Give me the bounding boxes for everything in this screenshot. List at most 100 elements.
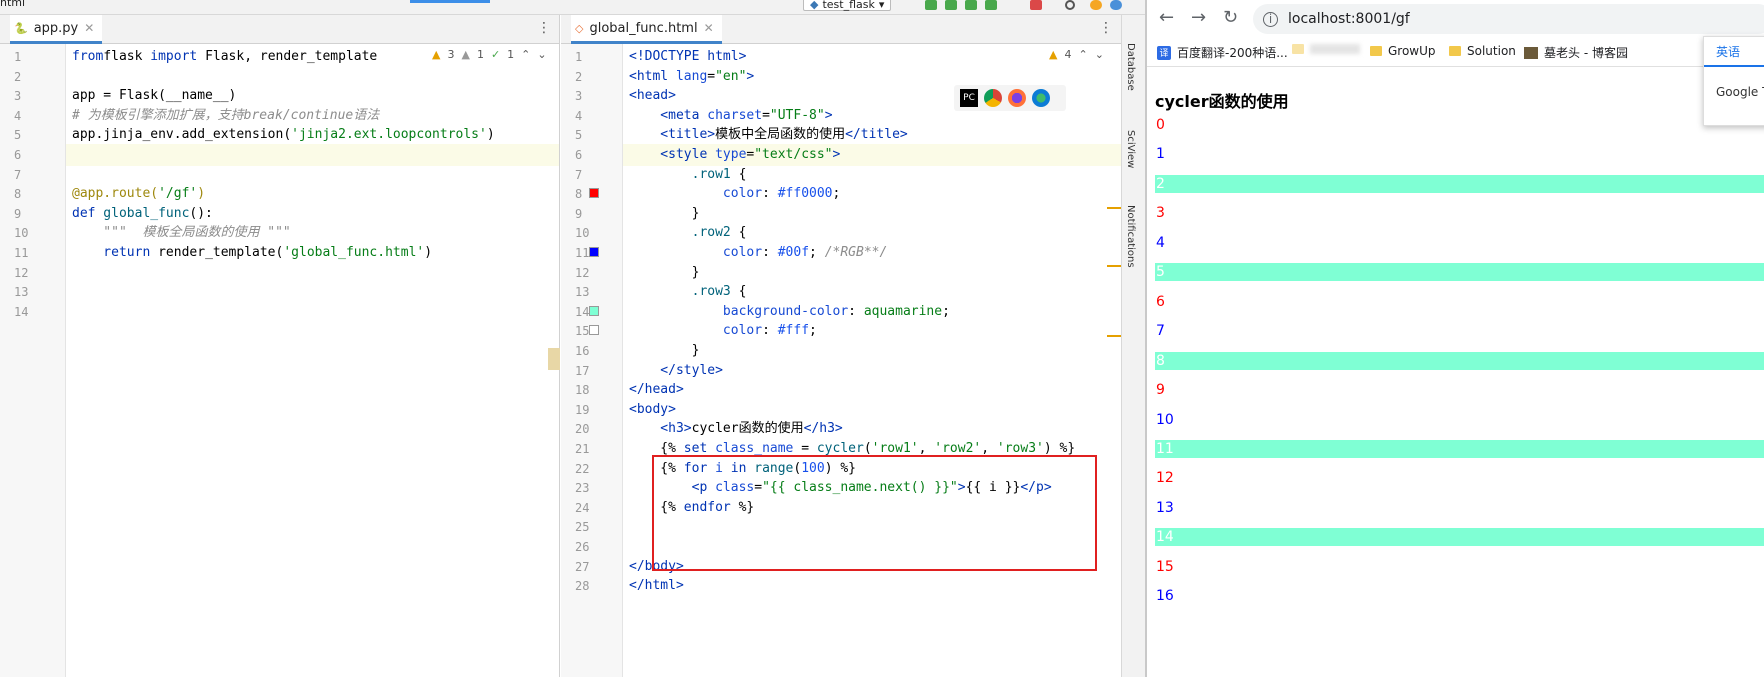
bookmark-label: 墓老头 - 博客园 [1544,46,1628,60]
code-token: "UTF-8" [769,107,825,123]
code-token: { [730,225,747,241]
color-swatch-icon[interactable] [589,247,599,257]
close-icon[interactable]: ✕ [84,21,94,35]
bookmark-label: Solution [1467,44,1516,58]
color-swatch-icon[interactable] [589,325,599,336]
code-line[interactable]: return render_template('global_func.html… [72,242,432,264]
code-token: </head> [629,382,684,398]
code-token: @app.route( [72,186,159,202]
more-options-icon[interactable]: ⋮ [1099,20,1113,36]
color-swatch-icon[interactable] [589,188,599,199]
python-file-icon: 🐍 [14,21,28,35]
popup-tab-english[interactable]: 英语 [1716,43,1740,60]
tool-window-notifications[interactable]: Notifications [1125,205,1136,268]
code-token: 'jinja2.ext.loopcontrols' [291,127,487,143]
code-token: </style> [629,362,723,378]
coverage-icon[interactable] [965,0,977,10]
back-icon[interactable]: ← [1159,7,1174,28]
code-line[interactable]: app.jinja_env.add_extension('jinja2.ext.… [72,124,495,146]
info-icon[interactable]: i [1263,11,1278,27]
close-icon[interactable]: ✕ [704,21,714,35]
ide-toolbar: html ◆ test_flask ▾ [0,0,1145,15]
reload-icon[interactable]: ↻ [1223,7,1238,28]
code-token: <title> [629,127,716,143]
bookmark-blog[interactable]: 墓老头 - 博客园 [1524,44,1628,61]
code-line[interactable]: fromflask import Flask, render_template [72,46,377,68]
page-heading: cycler函数的使用 [1155,92,1289,111]
code-token: (): [189,205,213,221]
code-token: } [629,343,700,358]
search-icon[interactable] [1065,0,1075,10]
bookmark-solution[interactable]: Solution [1449,44,1516,58]
run-config-label: test_flask [822,0,875,11]
blog-icon [1524,46,1538,59]
python-icon: ◆ [810,0,819,11]
code-token: ; [832,186,841,202]
cycler-row: 16 [1156,588,1174,605]
code-area[interactable]: fromflask import Flask, render_templatea… [66,44,559,677]
code-token: = [793,441,817,456]
cycler-row: 6 [1156,293,1165,310]
code-token: color [629,245,763,260]
stop-icon[interactable] [1030,0,1042,10]
forward-icon[interactable]: → [1191,7,1206,28]
code-token: def [72,205,96,221]
plugin-icon[interactable] [1110,0,1122,10]
code-token: charset [707,107,763,123]
code-token: ( [863,441,872,456]
scroll-marker [1107,335,1121,337]
run-config-selector[interactable]: ◆ test_flask ▾ [803,0,892,11]
code-token: global_func [95,205,190,221]
editor-app-py: 🐍 app.py ✕ ⋮ ▲ 3 ▲ 1 ✓ 1 ⌃ ⌄ fromflask impo… [0,15,560,677]
bookmark-baidu-translate[interactable]: 译 百度翻译-200种语... [1157,44,1288,61]
page-content: cycler函数的使用 0 1 2 3 4 5 6 7 8 9 10 11 12 13 14 15 16 [1155,67,1764,677]
code-area[interactable]: <!DOCTYPE html> <html lang="en"> <head> <m… [623,44,1121,677]
editor-tabbar: 🐍 app.py ✕ ⋮ [0,15,559,44]
html-file-icon: ◇ [575,21,584,35]
breadcrumb[interactable]: html [0,0,25,9]
tool-window-database[interactable]: Database [1125,43,1136,91]
code-token: #ff0000 [777,186,833,202]
profile-icon[interactable] [985,0,997,10]
code-token: </html> [629,578,684,594]
tab-app-py[interactable]: 🐍 app.py ✕ [10,15,103,44]
update-icon[interactable] [1090,0,1102,10]
code-token: <html [629,68,676,84]
code-token: : [762,186,778,202]
cycler-row: 8 [1155,351,1764,370]
blurred-label [1310,44,1360,54]
code-token: ) [424,245,433,260]
code-token: { [730,284,747,300]
code-token: 'row1' [871,441,919,456]
code-token: # 为模板引擎添加扩展，支持break/continue语法 [72,107,380,123]
line-number-gutter [0,44,66,677]
code-token: .row2 [629,225,731,241]
url-text: localhost:8001/gf [1288,11,1410,27]
code-token: <h3> [629,421,692,437]
cycler-row: 3 [1156,205,1165,222]
rerun-icon[interactable] [925,0,937,10]
code-token: } [629,205,700,221]
code-line[interactable]: </html> [629,575,684,597]
code-token: ; [809,245,825,260]
address-bar[interactable]: i localhost:8001/gf [1253,4,1764,34]
bookmark-growup[interactable]: GrowUp [1370,44,1436,58]
code-token: 'global_func.html' [283,245,425,260]
cycler-row: 1 [1156,146,1165,163]
progress-indicator [410,0,490,3]
code-token: background-color [629,303,849,319]
bookmark-blurred[interactable] [1292,44,1360,54]
code-token: #fff [777,323,810,339]
code-token: = [707,68,716,84]
line-number-gutter [561,44,623,677]
debug-icon[interactable] [945,0,957,10]
tool-window-sciview[interactable]: SciView [1125,130,1136,168]
browser-navbar: ← → ↻ i localhost:8001/gf [1147,0,1764,37]
color-swatch-icon[interactable] [589,305,599,316]
cycler-row: 15 [1156,558,1174,575]
line-number: 14 [14,304,29,319]
tab-global-func-html[interactable]: ◇ global_func.html ✕ [571,15,722,44]
scroll-marker [1107,207,1121,209]
more-options-icon[interactable]: ⋮ [537,20,551,36]
code-token: /*RGB**/ [824,245,888,260]
